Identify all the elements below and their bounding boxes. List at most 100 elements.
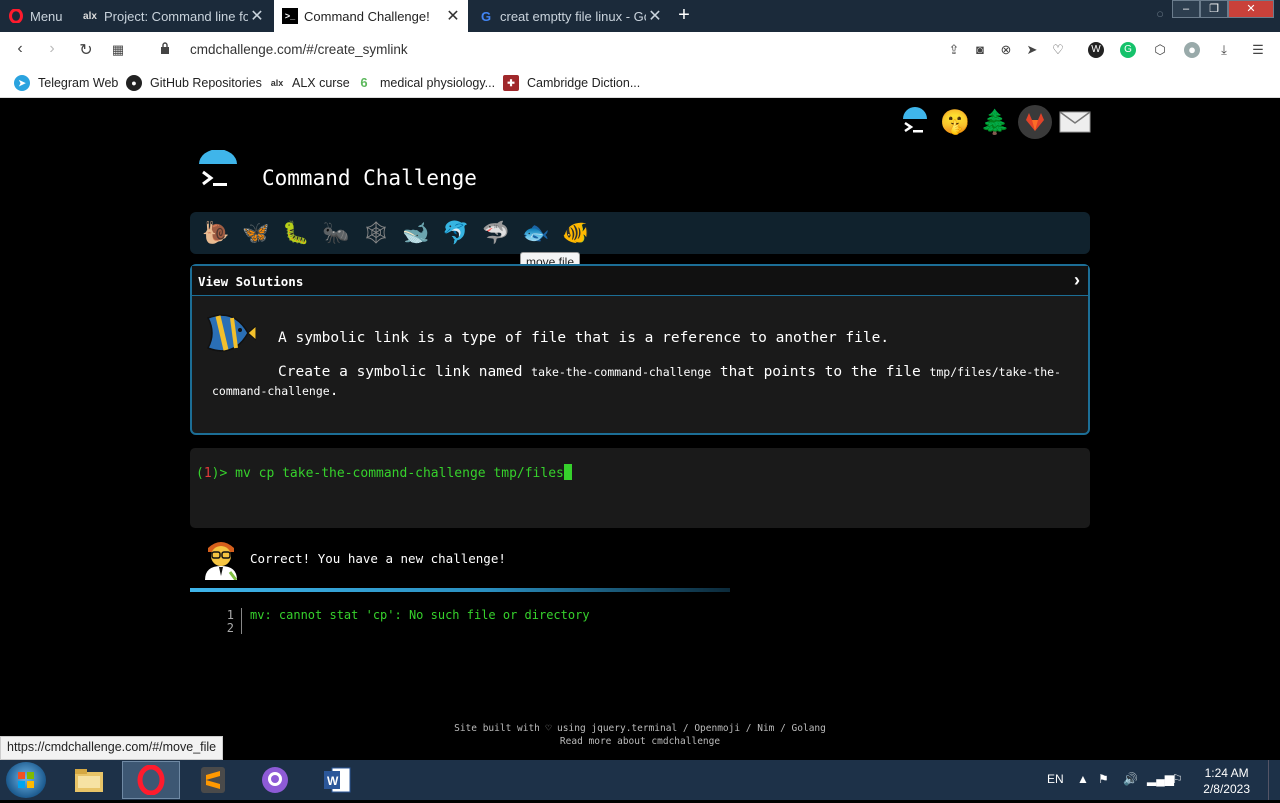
bookmarks-bar: ➤ Telegram Web ● GitHub Repositories alx AL…: [0, 68, 1280, 98]
windows-taskbar: W EN ▲ ⚑ 🔊 ▂▄▆ ⚐ 1:24 AM 2/8/2023: [0, 760, 1280, 800]
envelope-icon[interactable]: [1055, 104, 1095, 140]
header-icon-links: 🤫 🌲: [895, 104, 1095, 140]
bookmark-github[interactable]: ● GitHub Repositories: [126, 75, 262, 91]
task-text: .: [329, 383, 339, 399]
ant-icon[interactable]: 🐜: [316, 215, 356, 251]
task-text: Create a symbolic link named: [278, 364, 532, 380]
sublime-icon[interactable]: [184, 761, 242, 799]
forward-icon[interactable]: ›: [42, 40, 62, 58]
back-icon[interactable]: ‹: [10, 40, 30, 58]
start-button[interactable]: [6, 762, 46, 798]
close-tab-icon[interactable]: ✕: [248, 6, 266, 26]
view-solutions-header[interactable]: View Solutions ›: [192, 266, 1088, 296]
tab-search-icon[interactable]: ○: [1156, 6, 1164, 21]
prompt-number: 1: [203, 466, 212, 481]
close-window-button[interactable]: ✕: [1228, 0, 1274, 18]
network-icon[interactable]: ▂▄▆: [1147, 772, 1174, 786]
bookmark-medical-physiology[interactable]: 6 medical physiology...: [356, 75, 495, 91]
terminal-cursor: [563, 464, 572, 480]
github-desktop-icon[interactable]: [246, 761, 304, 799]
language-indicator[interactable]: EN: [1047, 772, 1064, 786]
minimize-button[interactable]: –: [1172, 0, 1200, 18]
whale-icon[interactable]: 🐋: [396, 215, 436, 251]
prompt-paren: (: [196, 466, 204, 481]
bookmark-label: medical physiology...: [380, 76, 496, 90]
chevron-right-icon[interactable]: ›: [1074, 270, 1080, 291]
cambridge-icon: ✚: [503, 75, 519, 91]
extensions-cube-icon[interactable]: ⬡: [1152, 42, 1168, 58]
easy-setup-icon[interactable]: ☰: [1250, 42, 1266, 58]
cmdchallenge-logo-icon: [199, 150, 237, 186]
bookmark-label: Cambridge Diction...: [527, 76, 641, 90]
security-alert-icon[interactable]: ⚑: [1098, 772, 1109, 786]
challenge-description: A symbolic link is a type of file that i…: [278, 330, 890, 346]
heart-icon[interactable]: ♡: [1050, 42, 1066, 58]
tab-alx-project[interactable]: alx Project: Command line for t ✕: [74, 0, 272, 32]
snail-icon[interactable]: 🐌: [196, 215, 236, 251]
challenge-level-bar: 🐌 🦋 🐛 🐜 🕸 🐋 🐬 🦈 🐟 🐠: [190, 212, 1090, 254]
dolphin-icon[interactable]: 🐬: [436, 215, 476, 251]
close-tab-icon[interactable]: ✕: [444, 6, 462, 26]
svg-text:W: W: [327, 774, 339, 788]
camera-icon[interactable]: ◙: [972, 42, 988, 58]
alx-icon: alx: [83, 10, 97, 22]
tree-icon[interactable]: 🌲: [975, 104, 1015, 140]
share-icon[interactable]: ⇪: [946, 42, 962, 58]
tropical-fish-icon[interactable]: 🐠: [556, 215, 596, 251]
terminal-icon: >_: [282, 8, 298, 24]
fish-icon[interactable]: 🐟: [516, 215, 556, 251]
extension-w-icon[interactable]: W: [1088, 42, 1104, 58]
action-center-icon[interactable]: ⚐: [1172, 772, 1183, 786]
progress-bar: [190, 588, 730, 592]
shark-icon[interactable]: 🦈: [476, 215, 516, 251]
butterfly-icon[interactable]: 🦋: [236, 215, 276, 251]
explorer-icon[interactable]: [60, 761, 118, 799]
volume-icon[interactable]: 🔊: [1123, 772, 1138, 786]
shushing-face-icon[interactable]: 🤫: [935, 104, 975, 140]
system-clock[interactable]: 1:24 AM 2/8/2023: [1203, 765, 1250, 797]
new-tab-button[interactable]: +: [674, 4, 694, 26]
terminal-input[interactable]: (1)> mv cp take-the-command-challenge tm…: [190, 448, 1090, 528]
gitlab-icon[interactable]: [1018, 105, 1052, 139]
leaf-icon: 6: [360, 75, 368, 90]
task-text: that points to the file: [711, 364, 930, 380]
url-field[interactable]: cmdchallenge.com/#/create_symlink: [190, 42, 408, 57]
spider-web-icon[interactable]: 🕸: [356, 215, 396, 251]
terminal-prompt-line[interactable]: (1)> mv cp take-the-command-challenge tm…: [196, 464, 572, 481]
alx-icon: alx: [270, 78, 284, 88]
google-icon: G: [480, 8, 492, 24]
close-tab-icon[interactable]: ✕: [646, 6, 664, 26]
restore-button[interactable]: ❐: [1200, 0, 1228, 18]
bookmark-label: Telegram Web: [38, 76, 119, 90]
word-icon[interactable]: W: [308, 761, 366, 799]
opera-icon[interactable]: [122, 761, 180, 799]
link-name-code: take-the-command-challenge: [531, 365, 712, 379]
menu-label: Menu: [30, 8, 63, 24]
telegram-icon: ➤: [14, 75, 30, 91]
tabs-grid-icon[interactable]: ▦: [108, 42, 128, 58]
show-desktop-button[interactable]: [1268, 760, 1280, 800]
grammarly-icon[interactable]: G: [1120, 42, 1136, 58]
challenge-task: Create a symbolic link named take-the-co…: [212, 363, 1072, 401]
show-hidden-icons-icon[interactable]: ▲: [1077, 772, 1089, 786]
send-icon[interactable]: ➤: [1024, 42, 1040, 58]
terminal-icon[interactable]: [895, 104, 935, 140]
tab-google-search[interactable]: G creat emptty file linux - Go ✕: [470, 0, 670, 32]
tab-command-challenge[interactable]: >_ Command Challenge! ✕: [274, 0, 468, 32]
bookmark-label: GitHub Repositories: [150, 76, 262, 90]
scientist-avatar-icon: [205, 542, 238, 580]
line-number: 2: [226, 621, 234, 635]
tropical-fish-icon: [206, 314, 256, 352]
lock-icon[interactable]: [160, 41, 170, 55]
bookmark-telegram[interactable]: ➤ Telegram Web: [14, 75, 118, 91]
bookmark-cambridge[interactable]: ✚ Cambridge Diction...: [503, 75, 640, 91]
reload-icon[interactable]: ↻: [76, 40, 96, 60]
address-bar: ‹ › ↻ ▦ cmdchallenge.com/#/create_symlin…: [0, 32, 1280, 68]
adblock-icon[interactable]: ⊗: [998, 42, 1014, 58]
caterpillar-icon[interactable]: 🐛: [276, 215, 316, 251]
opera-menu-button[interactable]: Menu: [0, 0, 72, 32]
bookmark-alx[interactable]: alx ALX curse: [268, 75, 350, 91]
profile-avatar-icon[interactable]: ●: [1184, 42, 1200, 58]
download-icon[interactable]: ⤓: [1216, 42, 1232, 58]
command-text[interactable]: mv cp take-the-command-challenge tmp/fil…: [235, 466, 564, 481]
